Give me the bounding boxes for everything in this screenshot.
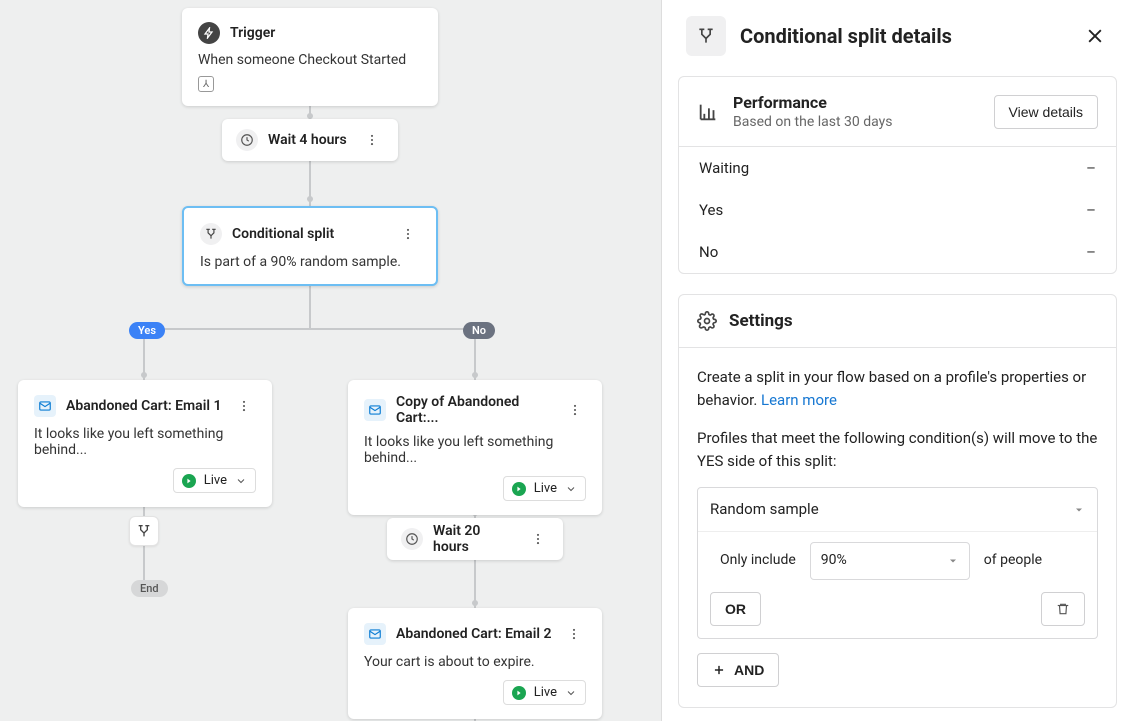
condition-type-label: Random sample bbox=[710, 498, 819, 521]
perf-value: – bbox=[1086, 201, 1096, 219]
of-people-label: of people bbox=[984, 550, 1042, 572]
more-button[interactable] bbox=[360, 128, 384, 152]
perf-label: Yes bbox=[699, 201, 723, 219]
status-label: Live bbox=[534, 685, 557, 700]
no-badge: No bbox=[463, 322, 495, 339]
translate-icon: ⅄ bbox=[198, 76, 214, 92]
only-include-label: Only include bbox=[720, 550, 796, 572]
gear-icon bbox=[697, 311, 717, 331]
or-button[interactable]: OR bbox=[710, 592, 761, 626]
mail-icon bbox=[364, 623, 386, 645]
settings-desc-text: Create a split in your flow based on a p… bbox=[697, 368, 1086, 409]
end-split-icon[interactable] bbox=[129, 516, 159, 546]
settings-desc: Create a split in your flow based on a p… bbox=[697, 366, 1098, 413]
perf-row-yes: Yes – bbox=[679, 189, 1116, 231]
more-button[interactable] bbox=[562, 622, 586, 646]
clock-icon bbox=[236, 129, 258, 151]
chevron-down-icon bbox=[1073, 504, 1085, 516]
condition-intro: Profiles that meet the following conditi… bbox=[697, 427, 1098, 474]
email-title: Abandoned Cart: Email 1 bbox=[66, 398, 221, 414]
mail-icon bbox=[34, 395, 56, 417]
chevron-down-icon bbox=[565, 687, 577, 699]
csplit-title: Conditional split bbox=[232, 226, 334, 242]
wait-node-2[interactable]: Wait 20 hours bbox=[387, 518, 563, 560]
condition-block: Random sample Only include 90% of people bbox=[697, 487, 1098, 639]
status-dot-icon bbox=[512, 686, 526, 700]
status-dropdown[interactable]: Live bbox=[173, 468, 256, 493]
details-panel: Conditional split details Performance Ba… bbox=[662, 0, 1133, 721]
panel-title: Conditional split details bbox=[740, 24, 1067, 48]
status-dot-icon bbox=[182, 474, 196, 488]
wait-label: Wait 20 hours bbox=[433, 523, 516, 555]
yes-badge: Yes bbox=[129, 322, 165, 339]
status-dropdown[interactable]: Live bbox=[503, 476, 586, 501]
end-badge: End bbox=[131, 580, 168, 597]
perf-row-no: No – bbox=[679, 231, 1116, 273]
close-button[interactable] bbox=[1081, 22, 1109, 50]
percent-value: 90% bbox=[821, 550, 847, 572]
performance-title: Performance bbox=[733, 93, 893, 112]
perf-label: No bbox=[699, 243, 718, 261]
email-desc: Your cart is about to expire. bbox=[364, 654, 586, 670]
perf-value: – bbox=[1086, 159, 1096, 177]
split-icon bbox=[686, 16, 726, 56]
status-dot-icon bbox=[512, 482, 526, 496]
percent-select[interactable]: 90% bbox=[810, 542, 970, 580]
performance-subtitle: Based on the last 30 days bbox=[733, 114, 893, 130]
chevron-down-icon bbox=[947, 555, 959, 567]
bolt-icon bbox=[198, 22, 220, 44]
settings-card: Settings Create a split in your flow bas… bbox=[678, 294, 1117, 708]
more-button[interactable] bbox=[526, 527, 549, 551]
flow-canvas[interactable]: Trigger When someone Checkout Started ⅄ … bbox=[0, 0, 662, 721]
and-label: AND bbox=[734, 662, 764, 678]
email-node-2[interactable]: Copy of Abandoned Cart:... It looks like… bbox=[348, 380, 602, 515]
trigger-node[interactable]: Trigger When someone Checkout Started ⅄ bbox=[182, 8, 438, 106]
learn-more-link[interactable]: Learn more bbox=[761, 391, 837, 409]
csplit-desc: Is part of a 90% random sample. bbox=[200, 254, 420, 270]
perf-value: – bbox=[1086, 243, 1096, 261]
more-button[interactable] bbox=[232, 394, 256, 418]
wait-label: Wait 4 hours bbox=[268, 132, 347, 148]
more-button[interactable] bbox=[396, 222, 420, 246]
email-node-1[interactable]: Abandoned Cart: Email 1 It looks like yo… bbox=[18, 380, 272, 507]
chevron-down-icon bbox=[235, 475, 247, 487]
trigger-desc: When someone Checkout Started bbox=[198, 52, 422, 68]
status-label: Live bbox=[204, 473, 227, 488]
email-node-3[interactable]: Abandoned Cart: Email 2 Your cart is abo… bbox=[348, 608, 602, 719]
conditional-split-node[interactable]: Conditional split Is part of a 90% rando… bbox=[182, 206, 438, 286]
perf-label: Waiting bbox=[699, 159, 749, 177]
chevron-down-icon bbox=[565, 483, 577, 495]
plus-icon bbox=[712, 663, 726, 677]
trash-icon bbox=[1056, 601, 1070, 617]
view-details-button[interactable]: View details bbox=[994, 95, 1098, 129]
condition-type-select[interactable]: Random sample bbox=[698, 488, 1097, 532]
email-desc: It looks like you left something behind.… bbox=[364, 434, 586, 466]
and-button[interactable]: AND bbox=[697, 653, 779, 687]
email-desc: It looks like you left something behind.… bbox=[34, 426, 256, 458]
clock-icon bbox=[401, 528, 423, 550]
performance-card: Performance Based on the last 30 days Vi… bbox=[678, 76, 1117, 274]
more-button[interactable] bbox=[564, 398, 586, 422]
wait-node-1[interactable]: Wait 4 hours bbox=[222, 119, 398, 161]
status-label: Live bbox=[534, 481, 557, 496]
trigger-title: Trigger bbox=[230, 25, 275, 41]
perf-row-waiting: Waiting – bbox=[679, 147, 1116, 189]
status-dropdown[interactable]: Live bbox=[503, 680, 586, 705]
email-title: Copy of Abandoned Cart:... bbox=[396, 394, 554, 426]
settings-title: Settings bbox=[729, 311, 793, 331]
split-icon bbox=[200, 223, 222, 245]
mail-icon bbox=[364, 399, 386, 421]
email-title: Abandoned Cart: Email 2 bbox=[396, 626, 551, 642]
delete-condition-button[interactable] bbox=[1041, 592, 1085, 626]
chart-icon bbox=[697, 101, 719, 123]
